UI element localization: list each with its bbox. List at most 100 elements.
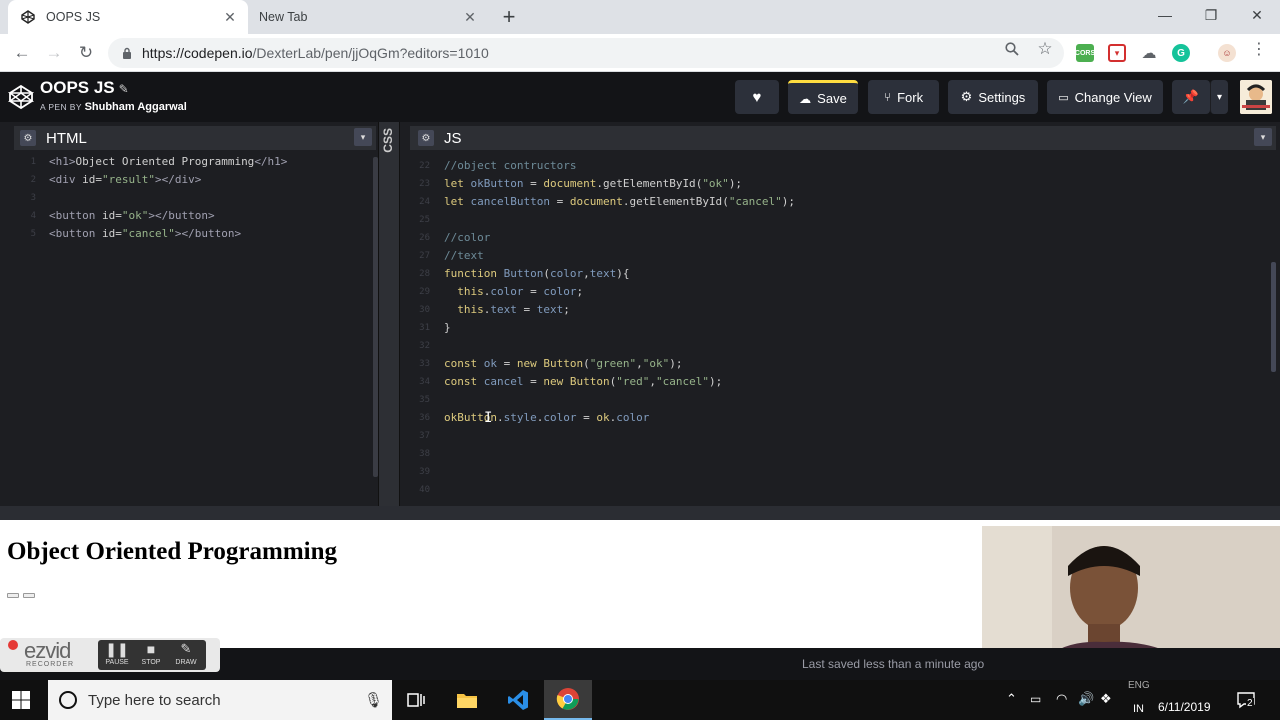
chrome-taskbar-icon[interactable] [544, 680, 592, 720]
code-line[interactable]: 2 <div id="result"></div> [0, 171, 370, 189]
settings-button[interactable]: ⚙ Settings [948, 80, 1038, 114]
code-line[interactable]: 30 this.text = text; [410, 301, 1260, 319]
dropbox-icon[interactable]: ❖ [1100, 691, 1112, 707]
pin-button[interactable]: 📌 [1172, 80, 1210, 114]
close-tab-icon[interactable]: ✕ [222, 9, 238, 25]
code-token: "ok" [642, 357, 670, 370]
pencil-edit-icon[interactable]: ✎ [119, 82, 129, 96]
tab-new-tab[interactable]: New Tab ✕ [248, 0, 488, 34]
language-indicator[interactable]: IN [1133, 703, 1144, 715]
minimize-icon[interactable]: — [1142, 0, 1188, 30]
cloud-extension-icon[interactable]: ☁ [1140, 44, 1158, 62]
forward-arrow-icon[interactable]: → [41, 40, 67, 66]
line-number: 30 [419, 305, 430, 315]
code-token: Object Oriented Programming [75, 155, 255, 168]
volume-icon[interactable]: 🔊 [1078, 691, 1094, 707]
notifications-icon[interactable]: 2 [1236, 690, 1256, 710]
code-line[interactable]: 31} [410, 319, 1260, 337]
preview-resizer[interactable] [0, 506, 1280, 520]
tray-chevron-up-icon[interactable]: ⌃ [1006, 691, 1017, 707]
microphone-icon[interactable]: 🎙 [364, 691, 383, 709]
code-line[interactable]: 32 [410, 337, 1260, 355]
code-line[interactable]: 22 //object contructors [410, 157, 1260, 175]
code-line[interactable]: 4 <button id="ok"></button> [0, 207, 370, 225]
pocket-extension-icon[interactable]: ▾ [1108, 44, 1126, 62]
file-explorer-icon[interactable] [443, 680, 491, 720]
code-line[interactable]: 38 [410, 445, 1260, 463]
user-avatar[interactable] [1240, 80, 1272, 114]
author-link[interactable]: Shubham Aggarwal [85, 101, 187, 113]
pause-icon: ❚❚ [105, 641, 129, 657]
code-line[interactable]: 25 [410, 211, 1260, 229]
restore-icon[interactable]: ❐ [1188, 0, 1234, 30]
code-line[interactable]: 37 [410, 427, 1260, 445]
js-label: JS [444, 129, 462, 147]
code-line[interactable]: 28 function Button(color,text){ [410, 265, 1260, 283]
css-collapsed-pane[interactable]: CSS [378, 122, 400, 506]
code-token: Button [569, 375, 610, 388]
browser-toolbar: ← → ↻ https://codepen.io/DexterLab/pen/j… [0, 34, 1280, 72]
browser-menu-icon[interactable]: ⋮ [1250, 40, 1268, 58]
grammarly-extension-icon[interactable]: G [1172, 44, 1190, 62]
window-close-icon[interactable]: ✕ [1234, 0, 1280, 30]
line-number: 39 [419, 467, 430, 477]
js-code-editor[interactable]: 22//object contructors 23 let okButton = d… [410, 157, 1260, 506]
tab-oops-js[interactable]: OOPS JS ✕ [8, 0, 248, 34]
code-line[interactable]: 26 //color [410, 229, 1260, 247]
html-code-editor[interactable]: 1 <h1>Object Oriented Programming</h1> 2 <d… [0, 153, 370, 503]
change-view-button[interactable]: ▭ Change View [1047, 80, 1163, 114]
codepen-logo-icon[interactable] [7, 84, 35, 110]
code-token: ); [708, 375, 723, 388]
wifi-icon[interactable]: ◠ [1056, 691, 1067, 707]
task-view-icon[interactable] [392, 680, 440, 720]
html-settings-gear-icon[interactable]: ⚙ [20, 130, 36, 146]
profile-avatar-icon[interactable]: ☺ [1218, 44, 1236, 62]
code-line[interactable]: 34 const cancel = new Button("red","cance… [410, 373, 1260, 391]
line-number: 36 [419, 413, 430, 423]
close-tab-icon[interactable]: ✕ [462, 9, 478, 25]
bookmark-star-icon[interactable]: ☆ [1036, 39, 1054, 58]
windows-start-icon[interactable] [12, 691, 30, 709]
taskbar-search-box[interactable]: Type here to search 🎙 [48, 680, 392, 720]
vscode-icon[interactable] [494, 680, 542, 720]
fork-button[interactable]: ⑂ Fork [868, 80, 939, 114]
pause-control[interactable]: ❚❚ PAUSE [102, 641, 132, 666]
pin-dropdown-button[interactable]: ▾ [1210, 80, 1228, 114]
js-pane-chevron-down-icon[interactable]: ▾ [1254, 128, 1272, 146]
code-line[interactable]: 24 let cancelButton = document.getElement… [410, 193, 1260, 211]
js-settings-gear-icon[interactable]: ⚙ [418, 130, 434, 146]
change-view-label: Change View [1074, 89, 1152, 105]
cors-extension-icon[interactable]: CORS [1075, 44, 1095, 62]
code-line[interactable]: 35 [410, 391, 1260, 409]
code-line[interactable]: 29 this.color = color; [410, 283, 1260, 301]
heart-button[interactable]: ♥ [735, 80, 779, 114]
cancel-preview-button[interactable] [23, 593, 35, 598]
battery-icon[interactable]: ▭ [1030, 692, 1041, 706]
zoom-search-icon[interactable] [1003, 40, 1021, 58]
code-line[interactable]: 23 let okButton = document.getElementById… [410, 175, 1260, 193]
ezvid-recorder-overlay: ezvid RECORDER ❚❚ PAUSE ■ STOP ✎ DRAW [0, 638, 220, 672]
code-line[interactable]: 3 [0, 189, 370, 207]
pause-label: PAUSE [105, 659, 129, 666]
code-line[interactable]: 36 okButton.style.color = ok.color [410, 409, 1260, 427]
taskbar-clock[interactable]: 6/11/2019 [1158, 685, 1211, 715]
code-token: text [589, 267, 617, 280]
new-tab-plus-icon[interactable]: + [498, 4, 520, 29]
code-line[interactable]: 33 const ok = new Button("green","ok"); [410, 355, 1260, 373]
save-button[interactable]: ☁ Save [788, 80, 858, 114]
code-token: const [444, 357, 484, 370]
reload-icon[interactable]: ↻ [73, 40, 99, 66]
html-pane-chevron-down-icon[interactable]: ▾ [354, 128, 372, 146]
back-arrow-icon[interactable]: ← [9, 40, 35, 66]
js-scrollbar[interactable] [1271, 262, 1276, 372]
code-line[interactable]: 27 //text [410, 247, 1260, 265]
draw-control[interactable]: ✎ DRAW [170, 641, 202, 666]
pen-title[interactable]: OOPS JS ✎ [40, 78, 129, 98]
code-line[interactable]: 1 <h1>Object Oriented Programming</h1> [0, 153, 370, 171]
code-line[interactable]: 39 [410, 463, 1260, 481]
ok-preview-button[interactable] [7, 593, 19, 598]
address-bar[interactable]: https://codepen.io/DexterLab/pen/jjOqGm?… [108, 38, 1064, 68]
code-line[interactable]: 5 <button id="cancel"></button> [0, 225, 370, 243]
stop-control[interactable]: ■ STOP [136, 641, 166, 666]
code-line[interactable]: 40 [410, 481, 1260, 499]
